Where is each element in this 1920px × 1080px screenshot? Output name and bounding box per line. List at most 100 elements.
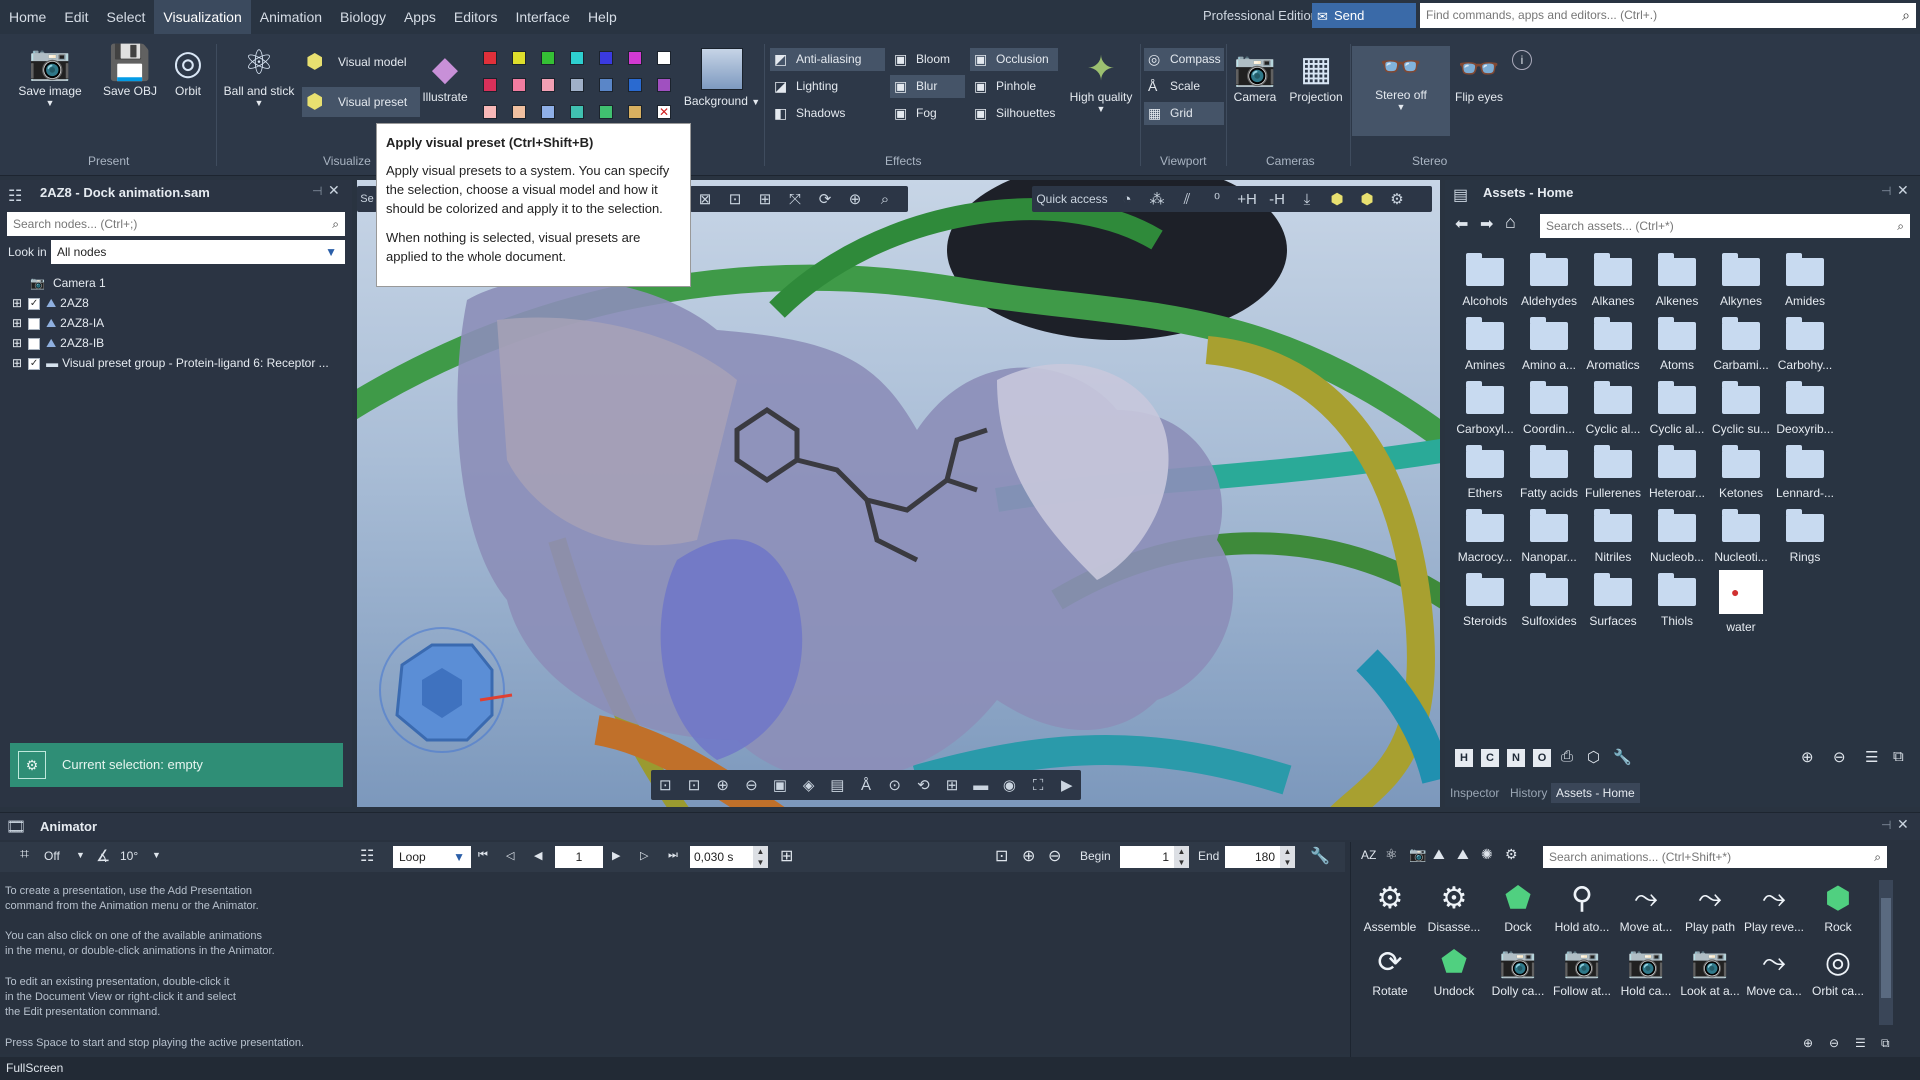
frame-input[interactable]: 1 <box>555 846 603 868</box>
animation-tile[interactable]: ⚙ Assemble <box>1359 880 1421 934</box>
menu-edit[interactable]: Edit <box>55 0 97 34</box>
expand-icon[interactable]: ⊞ <box>12 296 22 310</box>
view-front-icon[interactable]: ▣ <box>766 776 795 794</box>
color-swatch[interactable] <box>570 105 584 119</box>
asset-folder[interactable]: Surfaces <box>1581 573 1645 628</box>
shadows-toggle[interactable]: ◧ Shadows <box>770 102 885 125</box>
background-icon[interactable]: ▬ <box>966 777 995 794</box>
animation-search-input[interactable]: Search animations... (Ctrl+Shift+*) ⌕ <box>1543 846 1887 868</box>
dropdown-arrow-icon[interactable]: ▼ <box>152 850 161 860</box>
animation-tile[interactable]: ⤳ Play path <box>1679 880 1741 934</box>
anti-aliasing-toggle[interactable]: ◩ Anti-aliasing <box>770 48 885 71</box>
play-backward-icon[interactable]: ◀ <box>534 849 542 862</box>
visual-preset-icon[interactable]: ⬢ <box>1352 190 1382 208</box>
camera-filter-icon[interactable]: 📷 <box>1409 846 1426 863</box>
fog-toggle[interactable]: ▣ Fog <box>890 102 965 125</box>
animation-tile[interactable]: 📷 Hold ca... <box>1615 944 1677 998</box>
menu-home[interactable]: Home <box>0 0 55 34</box>
eye-icon[interactable]: ◉ <box>995 776 1024 794</box>
tree-node-visual-preset-group[interactable]: ⊞ ✓ ▬ Visual preset group - Protein-ligand … <box>12 353 329 373</box>
color-swatch[interactable] <box>512 78 526 92</box>
tab-history[interactable]: History <box>1505 783 1552 803</box>
asset-folder[interactable]: Ethers <box>1453 445 1517 500</box>
save-obj-button[interactable]: 💾 Save OBJ <box>96 42 164 98</box>
visibility-checkbox[interactable]: ✓ <box>28 297 41 310</box>
asset-folder[interactable]: Carbohy... <box>1773 317 1837 372</box>
color-swatch[interactable] <box>483 105 497 119</box>
color-swatch[interactable] <box>628 105 642 119</box>
snap-off-label[interactable]: Off <box>44 849 60 863</box>
expand-icon[interactable]: ⊞ <box>12 316 22 330</box>
zoom-in-icon[interactable]: ⊕ <box>708 776 737 794</box>
wrench-icon[interactable]: 🔧 <box>1613 748 1632 766</box>
tree-node-camera[interactable]: 📷 Camera 1 <box>30 273 106 293</box>
zoom-in-icon[interactable]: ⊕ <box>1801 748 1814 766</box>
dropdown-arrow-icon[interactable]: ▼ <box>76 850 85 860</box>
save-image-button[interactable]: 📷 Save image ▼ <box>12 42 88 108</box>
lighting-toggle[interactable]: ◪ Lighting <box>770 75 885 98</box>
color-swatch[interactable] <box>599 51 613 65</box>
settings-icon[interactable]: ⚙ <box>1382 190 1412 208</box>
expand-icon[interactable]: ⊞ <box>12 356 22 370</box>
spinner-arrows-icon[interactable]: ▲ ▼ <box>1174 846 1189 868</box>
animation-tile[interactable]: ⤳ Play reve... <box>1743 880 1805 934</box>
occlusion-toggle[interactable]: ▣ Occlusion <box>970 48 1058 71</box>
zoom-out-icon[interactable]: ⊖ <box>737 776 766 794</box>
pin-icon[interactable]: ⊣ <box>312 184 322 198</box>
charge-icon[interactable]: ⁰ <box>1202 190 1232 208</box>
bonds-icon[interactable]: ⫽ <box>1172 191 1202 208</box>
asset-folder[interactable]: Alcohols <box>1453 253 1517 308</box>
asset-water[interactable]: ● water <box>1709 570 1773 634</box>
zoom-fit-icon[interactable]: ⊡ <box>995 846 1008 866</box>
asset-folder[interactable]: Amines <box>1453 317 1517 372</box>
compass-toggle[interactable]: ◎ Compass <box>1144 48 1224 71</box>
high-quality-button[interactable]: ✦ High quality ▼ <box>1064 48 1138 114</box>
asset-search-input[interactable]: Search assets... (Ctrl+*) ⌕ <box>1540 214 1910 238</box>
view-center-icon[interactable]: ◈ <box>794 776 823 794</box>
color-swatch[interactable] <box>570 51 584 65</box>
fullscreen-icon[interactable]: ⛶ <box>1024 777 1053 794</box>
color-swatch[interactable] <box>628 78 642 92</box>
menu-visualization[interactable]: Visualization <box>154 0 251 34</box>
select-tool-icon[interactable]: ⊠ <box>690 190 720 208</box>
move-tool-icon[interactable]: ⤧ <box>780 191 810 208</box>
color-swatch[interactable] <box>512 105 526 119</box>
command-search-input[interactable]: Find commands, apps and editors... (Ctrl… <box>1420 3 1916 28</box>
step-forward-icon[interactable]: ▷ <box>640 849 648 862</box>
asset-folder[interactable]: Nucleob... <box>1645 509 1709 564</box>
asset-folder[interactable]: Macrocy... <box>1453 509 1517 564</box>
menu-interface[interactable]: Interface <box>506 0 578 34</box>
color-swatch[interactable] <box>541 78 555 92</box>
asset-folder[interactable]: Fullerenes <box>1581 445 1645 500</box>
asset-folder[interactable]: Steroids <box>1453 573 1517 628</box>
view-perspective-icon[interactable]: ▤ <box>823 776 852 794</box>
tree-node-2az8-ib[interactable]: ⊞ ⛰ 2AZ8-IB <box>12 333 104 353</box>
stereo-off-button[interactable]: 👓 Stereo off ▼ <box>1352 46 1450 136</box>
rotate-tool-icon[interactable]: ⟳ <box>810 190 840 208</box>
atoms-icon[interactable]: ⁂ <box>1142 190 1172 208</box>
timeline-settings-icon[interactable]: ☷ <box>360 846 374 866</box>
info-icon[interactable]: i <box>1512 50 1532 70</box>
animation-tile[interactable]: ⬢ Rock <box>1807 880 1869 934</box>
orbit-button[interactable]: ◎ Orbit <box>168 42 208 98</box>
color-swatch[interactable] <box>657 51 671 65</box>
detach-icon[interactable]: ⧉ <box>1881 1036 1890 1051</box>
zoom-fit-icon[interactable]: ⊡ <box>651 776 680 794</box>
filter-carbon-button[interactable]: C <box>1481 749 1499 767</box>
zoom-in-icon[interactable]: ⊕ <box>1803 1036 1813 1050</box>
asset-folder[interactable]: Nucleoti... <box>1709 509 1773 564</box>
visibility-checkbox[interactable]: ✓ <box>28 357 41 370</box>
asset-folder[interactable]: Carbami... <box>1709 317 1773 372</box>
asset-folder[interactable]: Rings <box>1773 509 1837 564</box>
node-search-input[interactable]: Search nodes... (Ctrl+;) ⌕ <box>7 212 345 236</box>
animation-tile[interactable]: 📷 Dolly ca... <box>1487 944 1549 998</box>
visibility-checkbox[interactable] <box>28 317 41 330</box>
bloom-toggle[interactable]: ▣ Bloom <box>890 48 965 71</box>
menu-biology[interactable]: Biology <box>331 0 395 34</box>
visual-model-button[interactable]: ⬢ Visual model <box>302 51 412 74</box>
filter-hydrogen-button[interactable]: H <box>1455 749 1473 767</box>
menu-editors[interactable]: Editors <box>445 0 507 34</box>
visibility-checkbox[interactable] <box>28 337 41 350</box>
play-icon[interactable]: ▶ <box>1052 776 1081 794</box>
zoom-out-icon[interactable]: ⊖ <box>1829 1036 1839 1050</box>
